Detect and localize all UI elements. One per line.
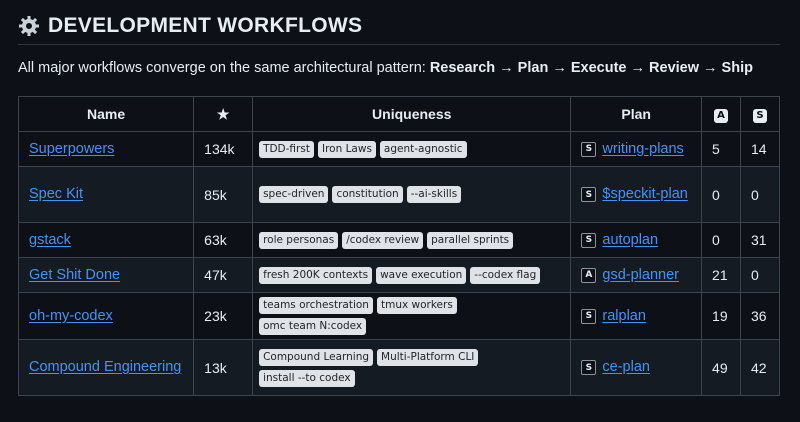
table-row: Spec Kit 85k spec-driven constitution --ai-s… [17,166,780,223]
workflows-table: Name ★ Uniqueness Plan A S Superpowers 13… [17,96,780,396]
plan-cell: Sce-plan [570,339,703,396]
plan-skill-icon: S [581,360,597,375]
a-count-cell: 49 [701,339,741,396]
uniqueness-tag: Compound Learning [259,348,374,366]
uniqueness-cell: teams orchestration tmux workers omc team … [252,292,572,340]
uniqueness-tag: TDD-first [259,140,314,158]
s-icon: S [753,108,767,123]
uniqueness-tag: teams orchestration [259,297,373,314]
uniqueness-tag: agent-agnostic [379,140,467,158]
plan-link[interactable]: ralplan [602,306,646,327]
section-heading: DEVELOPMENT WORKFLOWS [18,8,780,45]
plan-link[interactable]: writing-plans [602,139,683,160]
plan-cell: Swriting-plans [570,131,703,167]
plan-skill-icon: S [581,141,597,157]
uniqueness-cell: Compound Learning Multi-Platform CLI insta… [252,339,572,396]
uniqueness-tag: fresh 200K contexts [259,266,373,284]
workflow-link[interactable]: Get Shit Done [29,267,120,283]
subtitle-pattern: Research → Plan → Execute → Review → Shi… [429,60,753,76]
s-count-cell: 36 [740,292,780,340]
name-cell: Get Shit Done [17,257,195,293]
page-title: DEVELOPMENT WORKFLOWS [48,14,363,37]
header-plan: Plan [570,96,703,132]
uniqueness-cell: TDD-first Iron Laws agent-agnostic [252,131,572,167]
header-col-a: A [701,96,741,132]
plan-cell: Sautoplan [570,222,703,258]
plan-skill-icon: S [581,232,597,248]
uniqueness-tag: --codex flag [470,266,541,284]
plan-skill-icon: S [581,308,597,324]
uniqueness-tag: /codex review [342,231,424,249]
uniqueness-tag: install --to codex [259,369,355,387]
s-count-cell: 31 [740,222,780,258]
a-icon: A [714,108,729,123]
plan-cell: Sralplan [570,292,703,340]
plan-link[interactable]: autoplan [602,230,658,251]
stars-cell: 13k [193,339,254,396]
table-header-row: Name ★ Uniqueness Plan A S [17,96,780,132]
a-count-cell: 5 [701,131,741,167]
stars-cell: 63k [193,222,254,258]
a-count-cell: 0 [701,166,741,223]
a-count-cell: 19 [701,292,741,340]
s-count-cell: 0 [740,257,780,293]
header-uniqueness: Uniqueness [252,96,572,132]
a-count-cell: 0 [701,222,741,258]
name-cell: gstack [17,222,195,258]
plan-skill-icon: S [581,187,597,202]
uniqueness-tag: role personas [259,231,339,249]
plan-cell: Agsd-planner [570,257,703,293]
uniqueness-cell: role personas/codex review parallel sprin… [252,222,572,258]
uniqueness-cell: spec-driven constitution --ai-skills [252,166,572,223]
a-count-cell: 21 [701,257,741,293]
table-row: gstack 63k role personas/codex review paral… [17,222,780,258]
uniqueness-tag: Iron Laws [317,140,376,158]
workflow-link[interactable]: Spec Kit [29,186,83,202]
name-cell: Compound Engineering [17,339,195,396]
uniqueness-tag: --ai-skills [406,186,462,203]
plan-skill-icon: A [581,267,597,283]
subtitle: All major workflows converge on the same… [18,60,753,76]
plan-link[interactable]: ce-plan [602,357,650,378]
uniqueness-tag: tmux workers [376,297,457,314]
subtitle-prefix: All major workflows converge on the same… [18,60,430,76]
name-cell: Superpowers [17,131,195,167]
plan-link[interactable]: gsd-planner [602,265,679,286]
name-cell: Spec Kit [17,166,195,223]
s-count-cell: 14 [740,131,780,167]
uniqueness-tag: spec-driven [259,186,329,203]
plan-cell: S $speckit-plan [570,166,703,223]
workflow-link[interactable]: oh-my-codex [29,308,113,324]
workflow-link[interactable]: Superpowers [29,141,114,157]
stars-cell: 23k [193,292,254,340]
header-star: ★ [193,96,254,132]
uniqueness-tag: constitution [332,186,403,203]
workflow-link[interactable]: gstack [29,232,71,248]
uniqueness-tag: Multi-Platform CLI [377,348,479,366]
gear-icon [18,15,40,37]
header-name: Name [17,96,195,132]
workflow-link[interactable]: Compound Engineering [29,359,181,375]
name-cell: oh-my-codex [17,292,195,340]
uniqueness-tag: wave execution [376,266,467,284]
header-col-s: S [740,96,780,132]
uniqueness-tag: parallel sprints [427,231,514,249]
table-row: Compound Engineering 13k Compound Learning… [17,339,780,396]
stars-cell: 134k [193,131,254,167]
plan-link[interactable]: $speckit-plan [602,184,687,205]
stars-cell: 85k [193,166,254,223]
s-count-cell: 0 [740,166,780,223]
stars-cell: 47k [193,257,254,293]
table-row: oh-my-codex 23k teams orchestration tmux wo… [17,292,780,340]
uniqueness-cell: fresh 200K contexts wave execution --codex… [252,257,572,293]
table-row: Get Shit Done 47k fresh 200K contexts wave … [17,257,780,293]
uniqueness-tag: omc team N:codex [259,318,367,335]
s-count-cell: 42 [740,339,780,396]
table-row: Superpowers 134k TDD-first Iron Laws agent-a… [17,131,780,167]
